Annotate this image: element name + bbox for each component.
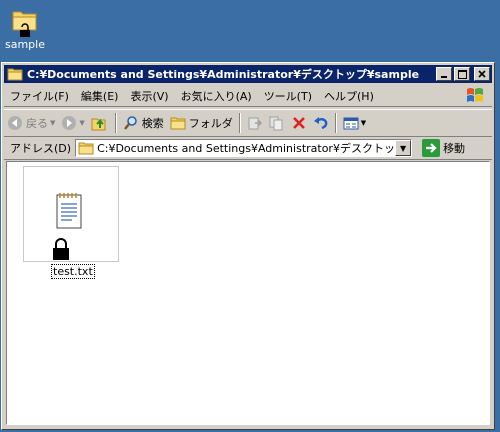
folder-icon	[7, 67, 23, 81]
title-bar[interactable]: C:¥Documents and Settings¥Administrator¥…	[4, 65, 492, 83]
menu-view[interactable]: 表示(V)	[124, 88, 174, 104]
go-button[interactable]: 移動	[422, 139, 465, 157]
folders-icon	[170, 115, 186, 131]
dropdown-arrow-icon[interactable]: ▼	[361, 119, 366, 127]
delete-button[interactable]	[288, 112, 310, 134]
dropdown-arrow-icon[interactable]: ▼	[50, 119, 55, 127]
explorer-window: C:¥Documents and Settings¥Administrator¥…	[1, 62, 495, 430]
toolbar-separator	[114, 113, 117, 133]
move-to-icon	[247, 115, 263, 131]
folder-icon	[78, 141, 94, 155]
menu-edit[interactable]: 編集(E)	[75, 88, 125, 104]
go-label: 移動	[443, 142, 466, 155]
folders-label: フォルダ	[188, 117, 233, 130]
standard-toolbar: 戻る ▼ ▼ 検索 フォルダ ▼	[4, 109, 492, 137]
close-button[interactable]	[474, 67, 490, 81]
menu-favorites[interactable]: お気に入り(A)	[175, 88, 258, 104]
address-dropdown-button[interactable]: ▼	[395, 140, 412, 156]
menu-tools[interactable]: ツール(T)	[258, 88, 318, 104]
delete-icon	[291, 115, 307, 131]
file-list-pane[interactable]: test.txt	[6, 161, 490, 425]
copy-to-button[interactable]	[266, 112, 288, 134]
file-thumbnail	[23, 166, 119, 262]
undo-button[interactable]	[310, 112, 332, 134]
address-label: アドレス(D)	[10, 142, 72, 155]
desktop-icon-sample[interactable]: sample	[4, 6, 46, 51]
maximize-button[interactable]	[454, 67, 470, 81]
window-title: C:¥Documents and Settings¥Administrator¥…	[27, 68, 420, 81]
file-item-test-txt[interactable]: test.txt	[23, 166, 119, 279]
lock-icon	[52, 237, 70, 261]
locked-folder-icon	[11, 6, 39, 38]
search-icon	[123, 115, 139, 131]
menu-bar: ファイル(F) 編集(E) 表示(V) お気に入り(A) ツール(T) ヘルプ(…	[4, 86, 492, 107]
back-arrow-icon	[7, 115, 23, 131]
address-input[interactable]: C:¥Documents and Settings¥Administrator¥…	[75, 139, 413, 157]
dropdown-arrow-icon[interactable]: ▼	[79, 119, 84, 127]
views-icon	[343, 115, 359, 131]
file-name: test.txt	[51, 264, 95, 279]
folders-button[interactable]: フォルダ	[167, 112, 236, 134]
toolbar-separator	[334, 113, 337, 133]
toolbar-separator	[238, 113, 241, 133]
move-to-button[interactable]	[244, 112, 266, 134]
up-folder-button[interactable]	[88, 112, 112, 134]
address-bar: アドレス(D) C:¥Documents and Settings¥Admini…	[4, 137, 492, 160]
back-button[interactable]: 戻る ▼	[4, 112, 58, 134]
undo-icon	[313, 115, 329, 131]
desktop-icon-label: sample	[5, 38, 45, 51]
forward-arrow-icon	[61, 115, 77, 131]
windows-logo-icon	[464, 87, 486, 105]
search-label: 検索	[141, 117, 164, 130]
minimize-button[interactable]	[436, 67, 452, 81]
copy-to-icon	[269, 115, 285, 131]
address-value: C:¥Documents and Settings¥Administrator¥…	[97, 142, 395, 155]
up-folder-icon	[91, 115, 109, 131]
search-button[interactable]: 検索	[120, 112, 167, 134]
views-button[interactable]: ▼	[340, 112, 369, 134]
text-document-icon	[54, 191, 84, 231]
menu-file[interactable]: ファイル(F)	[4, 88, 75, 104]
back-label: 戻る	[26, 117, 48, 130]
forward-button[interactable]: ▼	[58, 112, 87, 134]
go-arrow-icon	[422, 139, 441, 157]
menu-help[interactable]: ヘルプ(H)	[318, 88, 380, 104]
